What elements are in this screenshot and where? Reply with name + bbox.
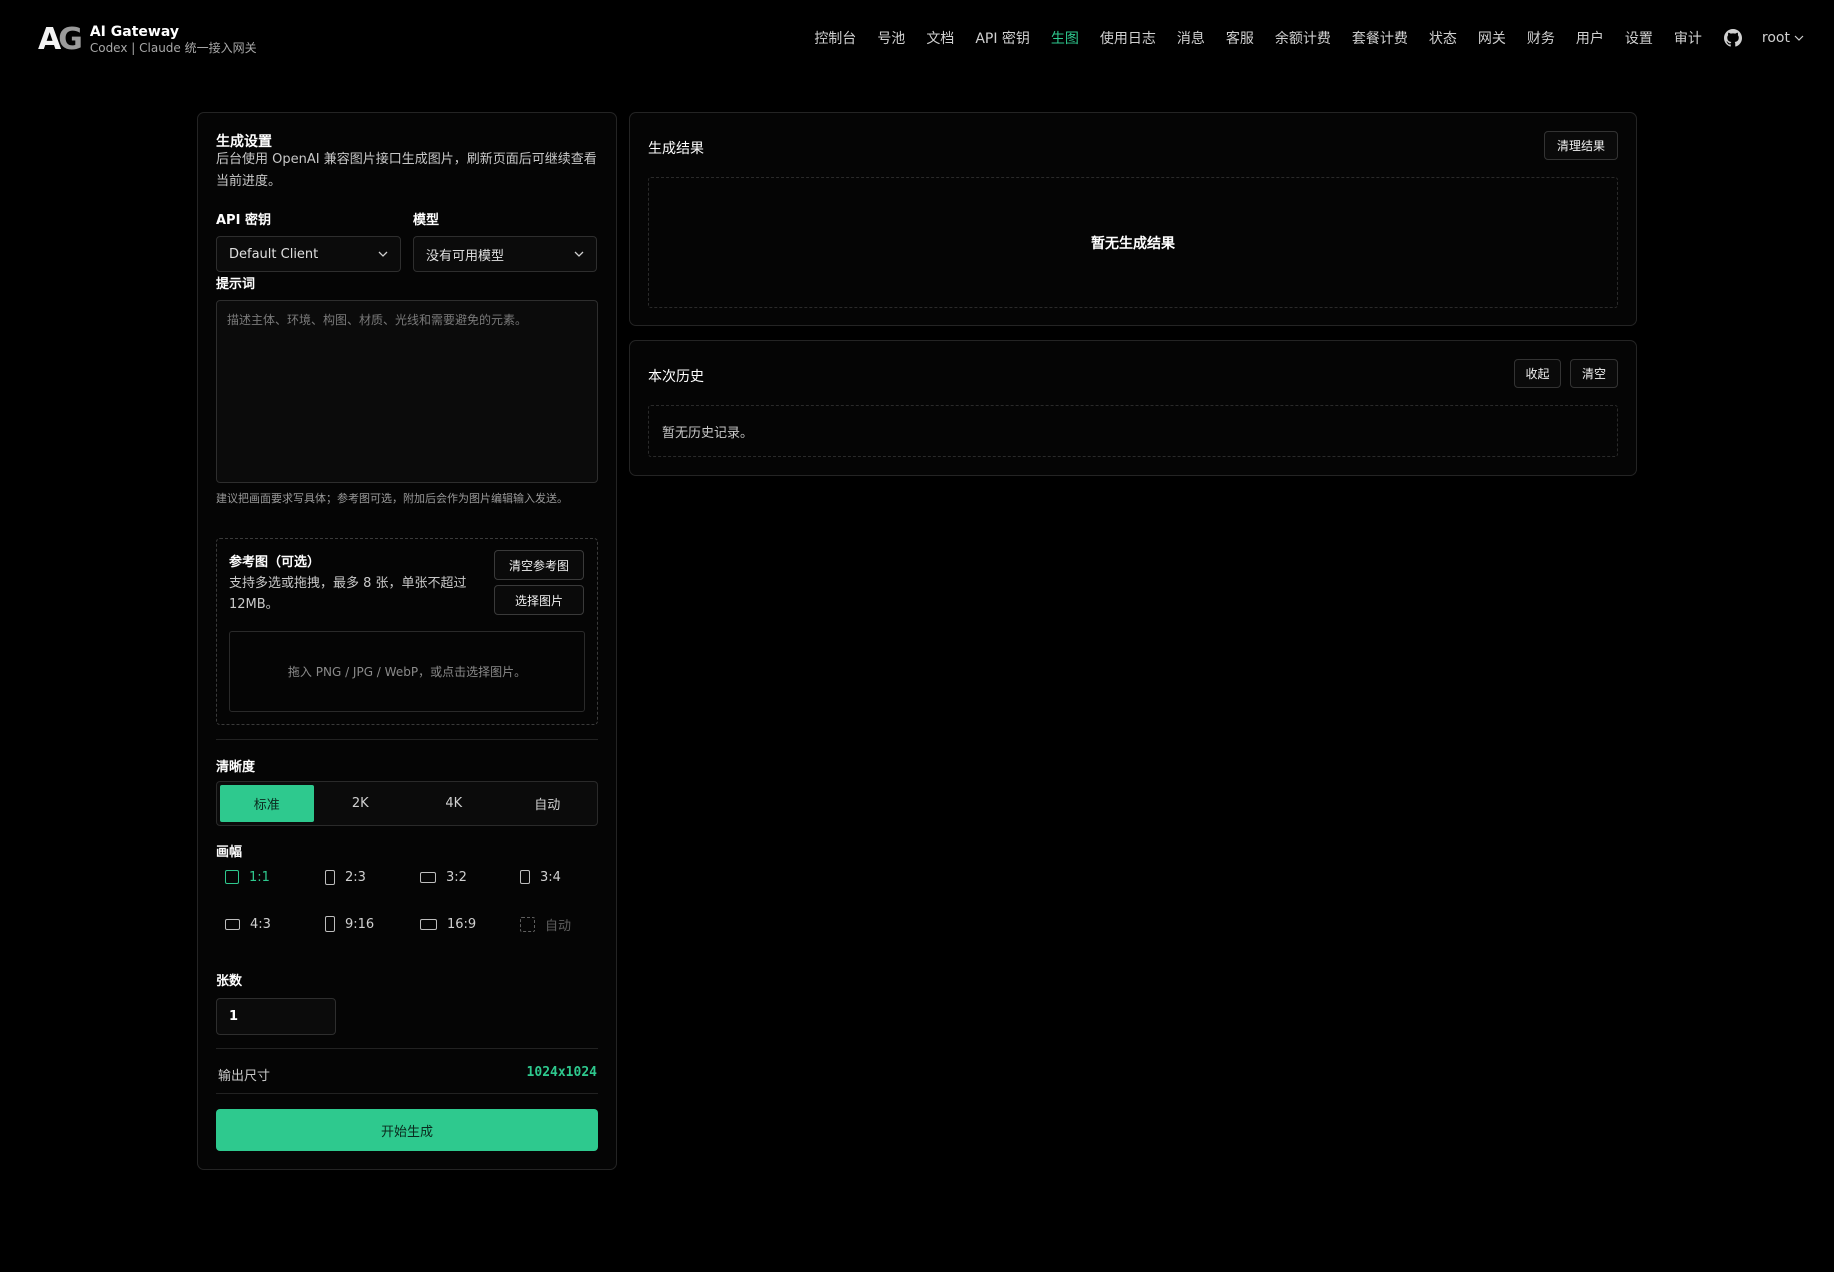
ratio-option-auto[interactable]: 自动 — [520, 912, 571, 936]
nav-item-messages[interactable]: 消息 — [1177, 28, 1205, 48]
quality-label: 清晰度 — [216, 760, 256, 775]
ratio-option-2-3[interactable]: 2:3 — [325, 865, 366, 889]
settings-description: 后台使用 OpenAI 兼容图片接口生成图片，刷新页面后可继续查看当前进度。 — [216, 152, 597, 189]
ratio-option-16-9[interactable]: 16:9 — [420, 912, 476, 936]
portrait-icon — [325, 869, 335, 885]
model-value: 没有可用模型 — [426, 248, 505, 264]
ratio-label-text: 3:4 — [540, 869, 561, 885]
choose-image-button[interactable]: 选择图片 — [494, 585, 584, 615]
quality-option-4k[interactable]: 4K — [407, 785, 501, 822]
settings-title: 生成设置 — [216, 134, 272, 150]
result-panel: 生成结果 清理结果 暂无生成结果 — [629, 112, 1637, 326]
divider — [216, 1093, 598, 1094]
nav-item-console[interactable]: 控制台 — [814, 28, 856, 48]
nav-item-support[interactable]: 客服 — [1226, 28, 1254, 48]
prompt-label: 提示词 — [216, 277, 256, 292]
count-input[interactable] — [216, 998, 336, 1035]
result-empty-state: 暂无生成结果 — [648, 177, 1618, 308]
history-panel: 本次历史 收起 清空 暂无历史记录。 — [629, 340, 1637, 476]
nav-item-balance-billing[interactable]: 余额计费 — [1275, 28, 1331, 48]
portrait-icon — [325, 916, 335, 932]
output-size-label: 输出尺寸 — [218, 1069, 271, 1084]
nav-item-usage-logs[interactable]: 使用日志 — [1100, 28, 1156, 48]
api-key-value: Default Client — [229, 246, 319, 262]
landscape-icon — [420, 918, 437, 930]
nav-item-status[interactable]: 状态 — [1429, 28, 1457, 48]
model-select[interactable]: 没有可用模型 — [413, 236, 597, 272]
quality-selector: 标准 2K 4K 自动 — [216, 781, 598, 826]
user-menu[interactable]: root — [1762, 30, 1804, 46]
ratio-option-9-16[interactable]: 9:16 — [325, 912, 374, 936]
api-key-label: API 密钥 — [216, 213, 271, 228]
ratio-label-text: 1:1 — [249, 869, 270, 885]
quality-option-auto[interactable]: 自动 — [501, 785, 595, 822]
start-generate-button[interactable]: 开始生成 — [216, 1109, 598, 1151]
landscape-icon — [420, 871, 436, 883]
brand-subtitle: Codex | Claude 统一接入网关 — [89, 41, 257, 55]
nav-item-settings[interactable]: 设置 — [1625, 28, 1653, 48]
github-icon[interactable] — [1723, 29, 1742, 47]
nav-item-users[interactable]: 用户 — [1576, 28, 1604, 48]
result-title: 生成结果 — [648, 141, 704, 157]
auto-frame-icon — [520, 916, 535, 932]
top-bar: AG AI Gateway Codex | Claude 统一接入网关 控制台 … — [0, 0, 1834, 78]
nav-item-api-keys[interactable]: API 密钥 — [975, 28, 1030, 48]
chevron-down-icon — [1794, 35, 1804, 41]
logo-mark: AG — [38, 22, 83, 57]
main-nav: 控制台 号池 文档 API 密钥 生图 使用日志 消息 客服 余额计费 套餐计费… — [793, 28, 1804, 48]
ratio-label-text: 4:3 — [250, 916, 271, 932]
quality-option-2k[interactable]: 2K — [314, 785, 408, 822]
output-size-value: 1024x1024 — [526, 1065, 597, 1080]
portrait-icon — [520, 870, 530, 884]
reference-image-section: 参考图（可选） 支持多选或拖拽，最多 8 张，单张不超过 12MB。 清空参考图… — [216, 538, 598, 725]
nav-item-pool[interactable]: 号池 — [877, 28, 905, 48]
ratio-label-text: 9:16 — [345, 916, 375, 932]
prompt-hint: 建议把画面要求写具体；参考图可选，附加后会作为图片编辑输入发送。 — [216, 492, 568, 505]
landscape-icon — [225, 918, 240, 930]
count-label: 张数 — [216, 974, 243, 989]
ratio-label-text: 16:9 — [447, 916, 477, 932]
chevron-down-icon — [378, 251, 388, 257]
result-empty-text: 暂无生成结果 — [1091, 235, 1175, 252]
ratio-option-3-4[interactable]: 3:4 — [520, 865, 561, 889]
ratio-label: 画幅 — [216, 845, 243, 860]
prompt-input[interactable] — [216, 300, 598, 483]
user-name: root — [1761, 30, 1790, 46]
ratio-label-text: 自动 — [545, 918, 572, 934]
nav-item-audit[interactable]: 审计 — [1674, 28, 1702, 48]
history-title: 本次历史 — [648, 369, 704, 385]
square-icon — [225, 870, 239, 884]
image-drop-zone[interactable]: 拖入 PNG / JPG / WebP，或点击选择图片。 — [229, 631, 585, 712]
clear-results-button[interactable]: 清理结果 — [1544, 131, 1618, 160]
ratio-option-3-2[interactable]: 3:2 — [420, 865, 467, 889]
ratio-label-text: 3:2 — [446, 869, 467, 885]
brand-logo[interactable]: AG AI Gateway Codex | Claude 统一接入网关 — [38, 24, 257, 56]
quality-option-standard[interactable]: 标准 — [220, 785, 314, 822]
divider — [216, 1048, 598, 1049]
api-key-select[interactable]: Default Client — [216, 236, 401, 272]
chevron-down-icon — [574, 251, 584, 257]
nav-item-finance[interactable]: 财务 — [1527, 28, 1555, 48]
history-empty-text: 暂无历史记录。 — [662, 425, 754, 441]
ratio-option-4-3[interactable]: 4:3 — [225, 912, 271, 936]
ratio-label-text: 2:3 — [345, 869, 366, 885]
clear-history-button[interactable]: 清空 — [1570, 359, 1618, 388]
reference-description: 支持多选或拖拽，最多 8 张，单张不超过 12MB。 — [229, 576, 467, 612]
history-empty-state: 暂无历史记录。 — [648, 405, 1618, 457]
nav-item-image-gen[interactable]: 生图 — [1051, 28, 1079, 48]
ratio-option-1-1[interactable]: 1:1 — [225, 865, 270, 889]
settings-panel: 生成设置 后台使用 OpenAI 兼容图片接口生成图片，刷新页面后可继续查看当前… — [197, 112, 617, 1170]
nav-item-plan-billing[interactable]: 套餐计费 — [1352, 28, 1408, 48]
clear-reference-button[interactable]: 清空参考图 — [494, 550, 584, 580]
divider — [216, 739, 598, 740]
brand-title: AI Gateway — [89, 24, 179, 40]
nav-item-gateway[interactable]: 网关 — [1478, 28, 1506, 48]
model-label: 模型 — [413, 213, 440, 228]
collapse-history-button[interactable]: 收起 — [1514, 359, 1561, 388]
nav-item-docs[interactable]: 文档 — [926, 28, 954, 48]
reference-title: 参考图（可选） — [229, 555, 321, 570]
